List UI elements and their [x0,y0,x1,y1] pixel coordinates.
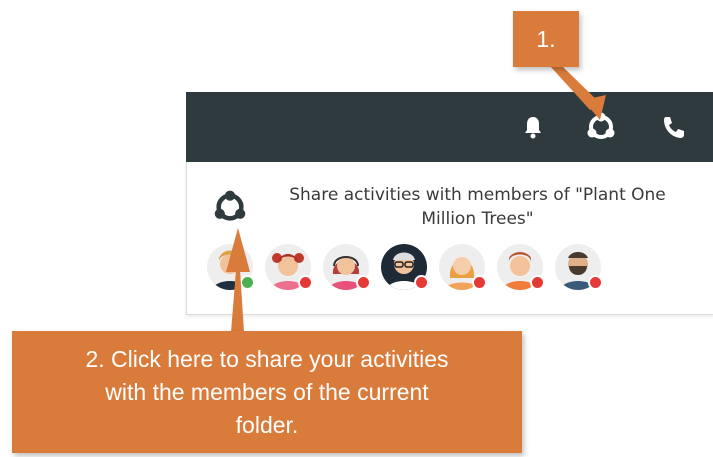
phone-icon[interactable] [656,110,690,144]
step-1-callout: 1. [513,11,579,67]
offline-status-dot [530,275,545,290]
top-navbar [186,92,713,162]
avatar[interactable] [439,244,487,290]
offline-status-dot [356,275,371,290]
share-activities-icon[interactable] [584,110,618,144]
step-1-label: 1. [536,26,556,52]
step-2-line1: 2. Click here to share your activities [85,346,449,372]
offline-status-dot [414,275,429,290]
avatar[interactable] [265,244,313,290]
step-2-callout: 2. Click here to share your activities w… [12,331,522,453]
member-avatars [207,244,603,290]
online-status-dot [240,275,255,290]
avatar[interactable] [323,244,371,290]
avatar[interactable] [555,244,603,290]
step-2-line3: folder. [235,412,299,438]
avatar[interactable] [207,244,255,290]
offline-status-dot [298,275,313,290]
bell-icon[interactable] [516,110,550,144]
share-activities-text[interactable]: Share activities with members of "Plant … [255,183,700,231]
offline-status-dot [588,275,603,290]
offline-status-dot [472,275,487,290]
share-text-line1: Share activities with members of "Plant … [289,185,666,205]
share-activities-icon[interactable] [213,190,247,224]
step-2-line2: with the members of the current [105,379,429,405]
share-text-line2: Million Trees" [421,209,534,229]
avatar[interactable] [497,244,545,290]
avatar[interactable] [381,244,429,290]
